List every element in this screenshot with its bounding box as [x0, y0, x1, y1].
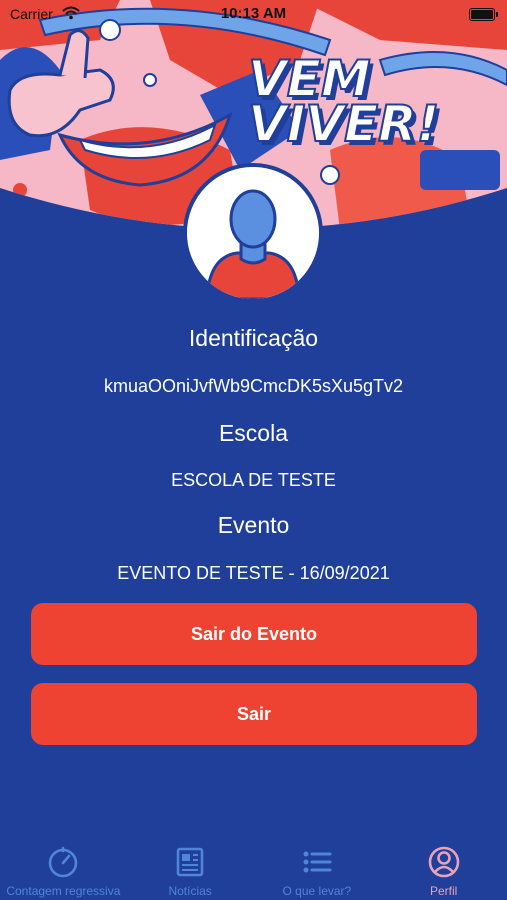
newspaper-icon: [176, 847, 204, 877]
tab-countdown[interactable]: Contagem regressiva: [0, 836, 127, 900]
identification-value: kmuaOOniJvfWb9CmcDK5sXu5gTv2: [103, 376, 404, 396]
school-value: ESCOLA DE TESTE: [171, 470, 336, 490]
list-icon: [303, 851, 332, 873]
identification-label: Identificação: [188, 325, 319, 351]
tab-bar: Contagem regressiva Notícias O que levar…: [0, 836, 507, 900]
tab-countdown-label: Contagem regressiva: [6, 884, 121, 898]
user-silhouette-icon: [187, 167, 319, 299]
avatar: [183, 163, 323, 303]
tab-news-label: Notícias: [168, 884, 212, 898]
tab-news[interactable]: Notícias: [127, 836, 254, 900]
svg-text:VIVER!: VIVER!: [248, 95, 439, 153]
user-circle-icon: [428, 846, 459, 878]
clock: 10:13 AM: [220, 5, 287, 22]
logout-button[interactable]: Sair: [31, 683, 477, 745]
event-value: EVENTO DE TESTE - 16/09/2021: [117, 563, 390, 583]
battery-icon: [469, 8, 498, 21]
event-label: Evento: [217, 512, 290, 538]
tab-profile-label: Perfil: [429, 884, 458, 898]
leave-event-button[interactable]: Sair do Evento: [31, 603, 477, 665]
tab-what-to-bring[interactable]: O que levar?: [254, 836, 381, 900]
timer-icon: [49, 846, 78, 878]
school-label: Escola: [218, 420, 289, 446]
status-bar: Carrier 10:13 AM: [0, 0, 507, 28]
tab-profile[interactable]: Perfil: [380, 836, 507, 900]
tab-what-to-bring-label: O que levar?: [282, 884, 352, 898]
